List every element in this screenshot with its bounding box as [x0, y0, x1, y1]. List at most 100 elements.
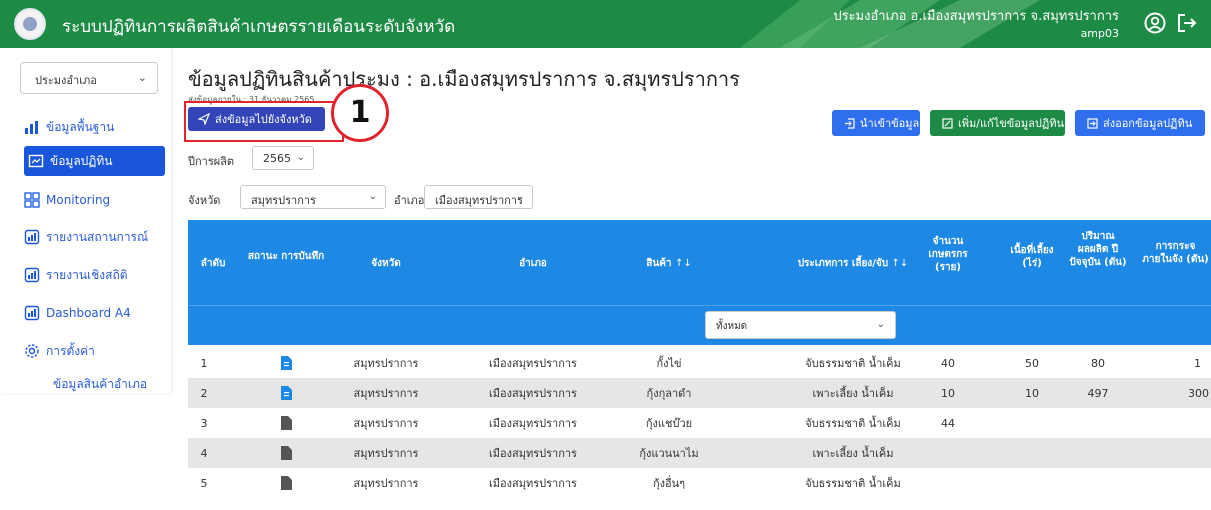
table-filter-row	[188, 305, 1211, 345]
role-selector[interactable]: ประมงอำเภอ ⌄	[20, 62, 158, 94]
import-button-label: นำเข้าข้อมูล	[860, 117, 920, 130]
col-header-product[interactable]: สินค้า ↑↓	[614, 257, 724, 270]
chevron-down-icon: ⌄	[876, 319, 885, 330]
cell-index: 2	[200, 386, 208, 400]
role-selector-value: ประมงอำเภอ	[35, 74, 97, 87]
table-row[interactable]: 1 สมุทรปราการ เมืองสมุทรปราการ กั้งไข่ จ…	[188, 348, 1211, 378]
cell-farmers: 44	[941, 416, 955, 430]
send-to-province-button[interactable]: ส่งข้อมูลไปยังจังหวัด	[188, 107, 325, 131]
col-header-farmers: จำนวน เกษตรกร (ราย)	[928, 236, 968, 273]
cell-index: 1	[200, 356, 208, 370]
add-edit-calendar-button[interactable]: เพิ่ม/แก้ไขข้อมูลปฏิทิน	[930, 110, 1065, 136]
report-chart-icon	[24, 305, 40, 321]
sidebar-item-monitoring[interactable]: Monitoring	[24, 185, 164, 215]
col-header-province: จังหวัด	[371, 258, 401, 269]
sort-icon: ↑↓	[891, 258, 909, 269]
export-calendar-button[interactable]: ส่งออกข้อมูลปฏิทิน	[1075, 110, 1205, 136]
cell-area: 10	[1025, 386, 1039, 400]
cell-province: สมุทรปราการ	[353, 417, 419, 430]
status-saved-icon[interactable]	[246, 348, 326, 378]
sidebar-item-dashboard-a4[interactable]: Dashboard A4	[24, 298, 164, 328]
sidebar-item-calendar-data[interactable]: ข้อมูลปฏิทิน	[24, 146, 165, 176]
cell-index: 5	[200, 476, 208, 490]
send-button-label: ส่งข้อมูลไปยังจังหวัด	[215, 113, 312, 126]
top-header: ระบบปฏิทินการผลิตสินค้าเกษตรรายเดือนระดั…	[0, 0, 1211, 48]
page-title: ข้อมูลปฏิทินสินค้าประมง : อ.เมืองสมุทรปร…	[188, 67, 740, 91]
import-data-button[interactable]: นำเข้าข้อมูล	[832, 110, 920, 136]
sidebar-subitem-district-products[interactable]: ข้อมูลสินค้าอำเภอ	[53, 375, 147, 394]
status-draft-icon[interactable]	[246, 468, 326, 498]
status-saved-icon[interactable]	[246, 378, 326, 408]
sidebar-item-basic-data[interactable]: ข้อมูลพื้นฐาน	[24, 112, 164, 142]
sidebar-item-situation-report[interactable]: รายงานสถานการณ์	[24, 222, 164, 252]
cell-district: เมืองสมุทรปราการ	[489, 357, 577, 370]
sidebar-item-label: การตั้งค่า	[46, 343, 95, 358]
cell-distribution: 1	[1194, 356, 1201, 370]
sidebar: ประมงอำเภอ ⌄ ข้อมูลพื้นฐาน ข้อมูลปฏิทิน …	[0, 48, 172, 393]
cell-area: 50	[1025, 356, 1039, 370]
user-role: ประมงอำเภอ อ.เมืองสมุทรปราการ จ.สมุทรปรา…	[833, 9, 1119, 24]
cell-farmers: 40	[941, 356, 955, 370]
chevron-down-icon: ⌄	[137, 71, 147, 84]
cell-province: สมุทรปราการ	[353, 387, 419, 400]
year-value: 2565	[263, 152, 291, 165]
year-select[interactable]: 2565 ⌄	[252, 146, 314, 170]
col-header-production: ปริมาณ ผลผลิต ปีปัจจุบัน (ตัน)	[1069, 231, 1127, 268]
app-title: ระบบปฏิทินการผลิตสินค้าเกษตรรายเดือนระดั…	[62, 17, 456, 37]
province-select[interactable]: สมุทรปราการ ⌄	[240, 185, 386, 209]
table-row[interactable]: 2 สมุทรปราการ เมืองสมุทรปราการ กุ้งกุลาด…	[188, 378, 1211, 408]
user-account-icon[interactable]	[1144, 12, 1166, 34]
import-icon	[845, 117, 855, 129]
sidebar-item-settings[interactable]: การตั้งค่า	[24, 336, 164, 366]
export-button-label: ส่งออกข้อมูลปฏิทิน	[1103, 117, 1193, 130]
cell-production: 497	[1087, 386, 1109, 400]
sidebar-item-label: รายงานเชิงสถิติ	[46, 267, 128, 282]
logout-icon[interactable]	[1176, 12, 1198, 34]
chevron-down-icon: ⌄	[296, 152, 305, 163]
province-label: จังหวัด	[188, 194, 221, 207]
table-row[interactable]: 5 สมุทรปราการ เมืองสมุทรปราการ กุ้งอื่นๆ…	[188, 468, 1211, 498]
cell-district: เมืองสมุทรปราการ	[489, 447, 577, 460]
sidebar-item-label: รายงานสถานการณ์	[46, 229, 149, 244]
cell-type: จับธรรมชาติ น้ำเค็ม	[805, 477, 901, 490]
chevron-down-icon: ⌄	[515, 191, 524, 202]
sort-icon: ↑↓	[674, 258, 692, 269]
district-value: เมืองสมุทรปราการ	[435, 194, 523, 207]
cell-farmers: 10	[941, 386, 955, 400]
edit-icon	[942, 117, 953, 129]
cell-district: เมืองสมุทรปราการ	[489, 387, 577, 400]
user-name: amp03	[1080, 27, 1119, 40]
table-row[interactable]: 3 สมุทรปราการ เมืองสมุทรปราการ กุ้งแชบ๊ว…	[188, 408, 1211, 438]
col-header-district: อำเภอ	[519, 258, 547, 269]
sidebar-item-label: Dashboard A4	[46, 306, 131, 320]
col-header-area: เนื้อที่เลี้ยง (ไร่)	[1010, 245, 1054, 269]
table-row[interactable]: 4 สมุทรปราการ เมืองสมุทรปราการ กุ้งแวนนา…	[188, 438, 1211, 468]
cell-product: กุ้งแชบ๊วย	[645, 417, 693, 430]
province-value: สมุทรปราการ	[251, 194, 316, 207]
step-number-badge: 1	[331, 84, 389, 142]
cell-product: กั้งไข่	[656, 357, 682, 370]
cell-province: สมุทรปราการ	[353, 477, 419, 490]
cell-product: กุ้งกุลาดำ	[646, 387, 692, 400]
sidebar-item-statistical-report[interactable]: รายงานเชิงสถิติ	[24, 260, 164, 290]
cell-distribution: 300	[1188, 386, 1209, 400]
cell-index: 3	[200, 416, 208, 430]
year-label: ปีการผลิต	[188, 155, 235, 168]
col-header-type-label: ประเภทการ เลี้ยง/จับ	[797, 258, 889, 269]
cell-district: เมืองสมุทรปราการ	[489, 417, 577, 430]
calendar-chart-icon	[28, 154, 44, 168]
district-select[interactable]: เมืองสมุทรปราการ ⌄	[424, 185, 533, 209]
report-chart-icon	[24, 267, 40, 283]
type-filter-select[interactable]: ทั้งหมด ⌄	[705, 311, 896, 339]
cell-product: กุ้งอื่นๆ	[652, 477, 686, 490]
send-icon	[198, 113, 210, 125]
status-draft-icon[interactable]	[246, 438, 326, 468]
cell-type: เพาะเลี้ยง น้ำเค็ม	[812, 447, 894, 460]
grid-icon	[24, 192, 40, 208]
sidebar-item-label: ข้อมูลปฏิทิน	[50, 153, 113, 168]
status-draft-icon[interactable]	[246, 408, 326, 438]
chevron-down-icon: ⌄	[368, 191, 377, 202]
cell-province: สมุทรปราการ	[353, 447, 419, 460]
gear-icon	[25, 344, 39, 358]
sidebar-item-label: Monitoring	[46, 193, 111, 207]
